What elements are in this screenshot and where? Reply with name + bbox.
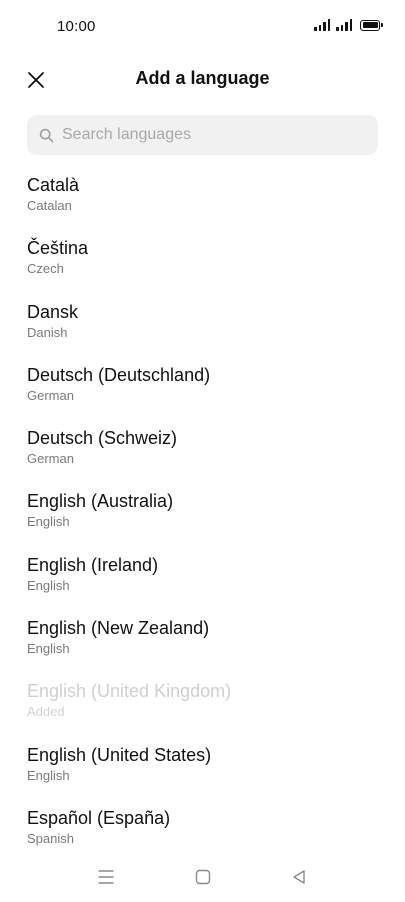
language-item[interactable]: Dansk Danish <box>0 290 405 353</box>
language-item-added: English (United Kingdom) Added <box>0 669 405 732</box>
status-time: 10:00 <box>57 18 96 35</box>
language-item[interactable]: Čeština Czech <box>0 226 405 289</box>
language-item[interactable]: Deutsch (Schweiz) German <box>0 416 405 479</box>
language-subtitle: English <box>27 514 70 530</box>
add-language-screen: 10:00 Add a language Català Catalan <box>0 0 405 902</box>
signal-icon <box>336 19 352 31</box>
language-name: English (Australia) <box>27 491 174 512</box>
language-item[interactable]: English (United States) English <box>0 733 405 796</box>
language-subtitle: English <box>27 641 70 657</box>
menu-icon <box>98 870 114 884</box>
language-name: English (Ireland) <box>27 554 159 575</box>
language-subtitle: Danish <box>27 324 68 340</box>
language-name: Español (España) <box>27 807 171 828</box>
language-subtitle: English <box>27 767 70 783</box>
language-name: English (New Zealand) <box>27 618 210 639</box>
language-subtitle: German <box>27 387 74 403</box>
language-subtitle: Catalan <box>27 198 72 213</box>
language-item[interactable]: English (New Zealand) English <box>0 606 405 669</box>
language-name: Català <box>27 175 80 195</box>
language-item[interactable]: Deutsch (Deutschland) German <box>0 353 405 416</box>
back-icon <box>293 870 305 884</box>
back-button[interactable] <box>287 865 311 889</box>
language-name: Deutsch (Deutschland) <box>27 364 211 385</box>
language-name: English (United States) <box>27 744 212 765</box>
language-subtitle: Spanish <box>27 830 74 846</box>
language-subtitle: Czech <box>27 261 64 277</box>
language-name: English (United Kingdom) <box>27 681 232 702</box>
language-list: Català Catalan Čeština Czech Dansk Danis… <box>0 163 405 853</box>
language-name: Dansk <box>27 301 79 322</box>
language-subtitle: English <box>27 577 70 593</box>
search-icon <box>38 127 54 143</box>
language-item[interactable]: Català Catalan <box>0 163 405 226</box>
home-icon <box>195 869 211 885</box>
language-name: Čeština <box>27 238 89 259</box>
battery-icon <box>360 19 383 31</box>
page-title: Add a language <box>135 68 270 88</box>
recent-apps-button[interactable] <box>94 865 118 889</box>
language-item[interactable]: English (Australia) English <box>0 479 405 542</box>
language-item[interactable]: English (Ireland) English <box>0 543 405 606</box>
language-name: Deutsch (Schweiz) <box>27 428 178 449</box>
header: Add a language <box>0 56 405 104</box>
language-item[interactable]: Español (España) Spanish <box>0 796 405 853</box>
status-bar: 10:00 <box>0 0 405 54</box>
language-subtitle: Added <box>27 704 65 720</box>
home-button[interactable] <box>191 865 215 889</box>
status-icons <box>314 19 383 31</box>
search-bar[interactable] <box>27 115 378 155</box>
navigation-bar <box>0 852 405 902</box>
signal-icon <box>314 19 330 31</box>
language-subtitle: German <box>27 451 74 467</box>
search-input[interactable] <box>62 126 352 144</box>
